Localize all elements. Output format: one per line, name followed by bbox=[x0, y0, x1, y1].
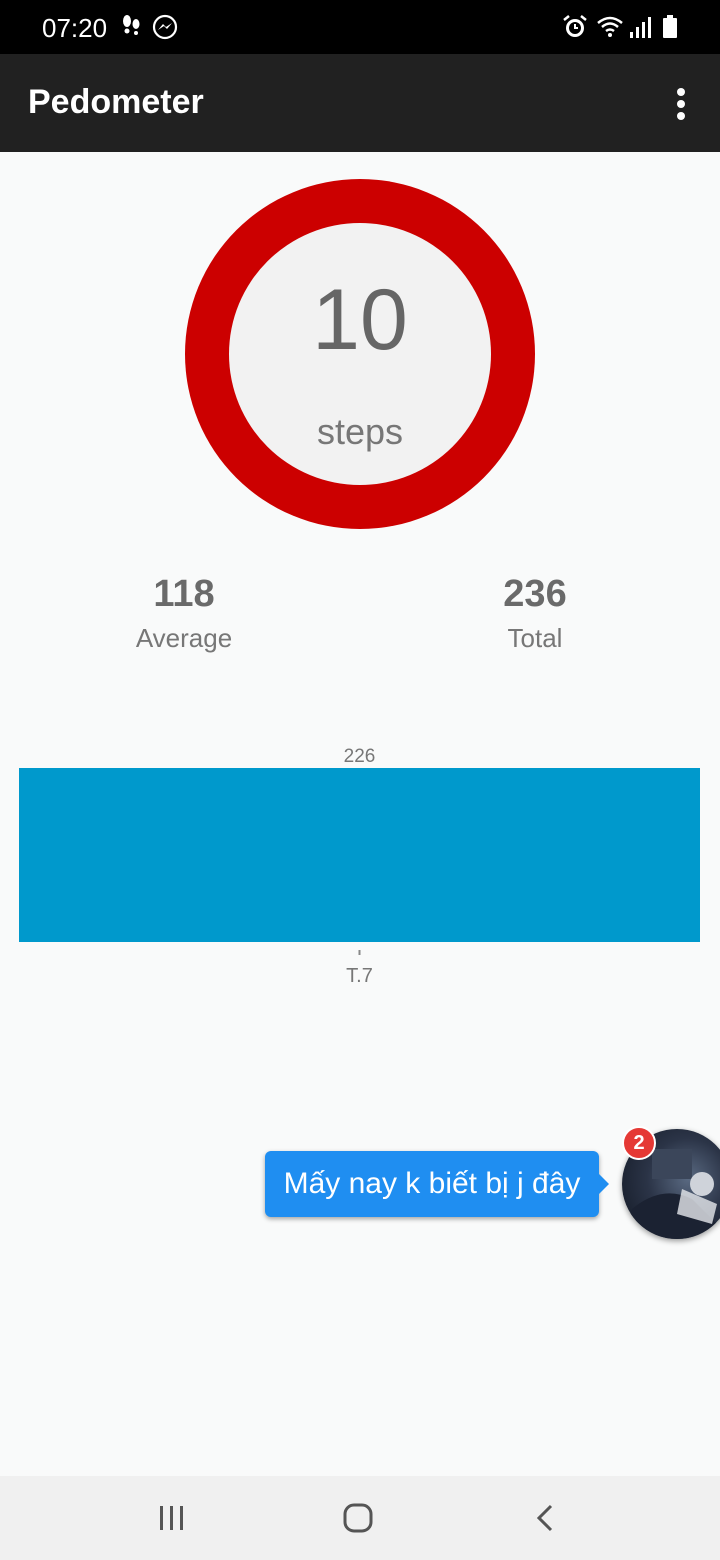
main-content: 10 steps 118 Average 236 Total 226 T.7 Mấ… bbox=[0, 152, 720, 1476]
total-value: 236 bbox=[503, 573, 567, 615]
messenger-icon bbox=[152, 14, 178, 45]
total-label: Total bbox=[507, 623, 563, 653]
chart-bar bbox=[19, 768, 700, 942]
average-label: Average bbox=[135, 623, 233, 653]
app-title: Pedometer bbox=[28, 83, 204, 121]
recent-apps-icon[interactable] bbox=[152, 1498, 192, 1538]
chat-head-message[interactable]: Mấy nay k biết bị j đây bbox=[265, 1151, 599, 1217]
wifi-icon bbox=[596, 14, 624, 45]
chat-bubble-tail bbox=[599, 1174, 609, 1194]
navigation-bar bbox=[0, 1476, 720, 1560]
steps-count: 10 bbox=[312, 272, 408, 368]
app-bar: Pedometer bbox=[0, 54, 720, 152]
back-icon[interactable] bbox=[526, 1498, 566, 1538]
status-bar: 07:20 bbox=[0, 0, 720, 54]
battery-icon bbox=[662, 14, 678, 45]
signal-icon bbox=[628, 14, 652, 45]
average-stat: 118 Average bbox=[59, 575, 309, 651]
chart-data-label: 226 bbox=[344, 746, 376, 767]
alarm-icon bbox=[562, 14, 588, 45]
chart-x-tick-label: T.7 bbox=[346, 965, 373, 987]
total-stat: 236 Total bbox=[410, 575, 660, 651]
average-value: 118 bbox=[153, 573, 215, 615]
footsteps-icon bbox=[120, 14, 142, 45]
overflow-menu-icon[interactable] bbox=[662, 84, 700, 124]
steps-unit-label: steps bbox=[316, 411, 404, 452]
status-time: 07:20 bbox=[42, 13, 108, 43]
unread-badge: 2 bbox=[622, 1126, 656, 1160]
steps-bar-chart: 226 T.7 bbox=[19, 746, 700, 987]
home-icon[interactable] bbox=[338, 1498, 378, 1538]
